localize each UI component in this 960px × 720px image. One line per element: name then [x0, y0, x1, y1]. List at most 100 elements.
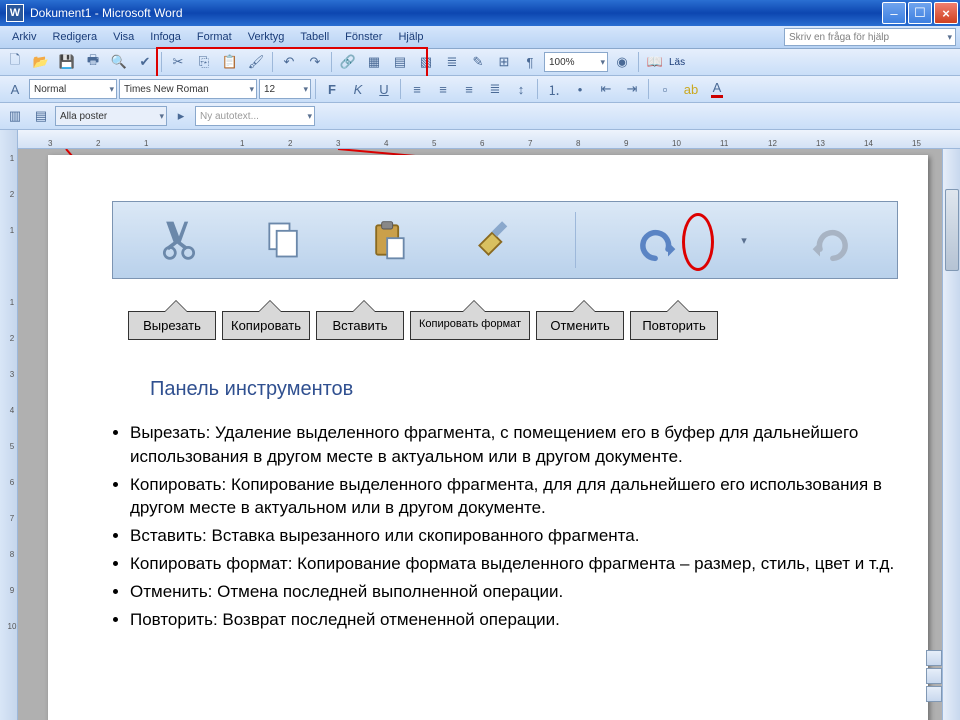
separator: [575, 212, 576, 268]
columns-icon[interactable]: ≣: [440, 50, 464, 74]
browse-object-icon[interactable]: [926, 668, 942, 684]
bullet-cut: Вырезать: Удаление выделенного фрагмента…: [130, 421, 898, 469]
callout-format-painter: Копировать формат: [410, 311, 530, 340]
enlarged-clipboard-toolbar: ▾: [112, 201, 898, 279]
app-icon: W: [6, 4, 24, 22]
vertical-scrollbar[interactable]: [942, 149, 960, 720]
style-combo[interactable]: Normal: [29, 79, 117, 99]
callout-undo: Отменить: [536, 311, 624, 340]
titlebar: W Dokument1 - Microsoft Word – ☐ ×: [0, 0, 960, 26]
paste-icon[interactable]: 📋: [218, 50, 242, 74]
browse-next-icon[interactable]: [926, 686, 942, 702]
cut-icon[interactable]: ✂: [166, 50, 190, 74]
open-icon[interactable]: 📂: [29, 50, 53, 74]
alla-poster-combo[interactable]: Alla poster: [55, 106, 167, 126]
format-painter-icon[interactable]: 🖌: [244, 50, 268, 74]
align-center-icon[interactable]: ≡: [431, 77, 455, 101]
browse-prev-icon[interactable]: [926, 650, 942, 666]
mm-icon-1[interactable]: ▥: [3, 104, 27, 128]
separator: [648, 79, 649, 99]
print-preview-icon[interactable]: 🔍: [107, 50, 131, 74]
spellcheck-icon[interactable]: ✔: [133, 50, 157, 74]
separator: [315, 79, 316, 99]
redo-icon[interactable]: ↷: [303, 50, 327, 74]
fontsize-combo[interactable]: 12: [259, 79, 311, 99]
hyperlink-icon[interactable]: 🔗: [336, 50, 360, 74]
copy-icon[interactable]: ⎘: [192, 50, 216, 74]
increase-indent-icon[interactable]: ⇥: [620, 77, 644, 101]
font-value: Times New Roman: [124, 84, 209, 95]
menu-tabell[interactable]: Tabell: [292, 29, 337, 45]
new-doc-icon[interactable]: 🗋: [3, 50, 27, 74]
print-icon[interactable]: 🖶: [81, 50, 105, 74]
content-area: 1 2 1 1 2 3 4 5 6 7 8 9 10 3 2 1 1 2 3 4…: [0, 130, 960, 720]
numbered-list-icon[interactable]: ⒈: [542, 77, 566, 101]
line-spacing-icon[interactable]: ↕: [509, 77, 533, 101]
menu-redigera[interactable]: Redigera: [44, 29, 105, 45]
menu-hjalp[interactable]: Hjälp: [390, 29, 431, 45]
menu-arkiv[interactable]: Arkiv: [4, 29, 44, 45]
ny-autotext-label: Ny autotext...: [200, 111, 259, 122]
separator: [638, 52, 639, 72]
font-color-icon[interactable]: A: [705, 77, 729, 101]
scrollbar-thumb[interactable]: [945, 189, 959, 271]
tables-borders-icon[interactable]: ▦: [362, 50, 386, 74]
underline-icon[interactable]: U: [372, 77, 396, 101]
separator: [161, 52, 162, 72]
mm-icon-3[interactable]: ▸: [169, 104, 193, 128]
menu-verktyg[interactable]: Verktyg: [240, 29, 293, 45]
horizontal-ruler: 3 2 1 1 2 3 4 5 6 7 8 9 10 11 12 13 14 1…: [18, 130, 960, 149]
read-icon[interactable]: 📖: [643, 50, 667, 74]
maximize-button[interactable]: ☐: [908, 2, 932, 24]
callout-redo: Повторить: [630, 311, 718, 340]
help-placeholder: Skriv en fråga för hjälp: [789, 32, 889, 43]
vertical-ruler: 1 2 1 1 2 3 4 5 6 7 8 9 10: [0, 130, 18, 720]
menu-fonster[interactable]: Fönster: [337, 29, 390, 45]
bulleted-list-icon[interactable]: •: [568, 77, 592, 101]
zoom-combo[interactable]: 100%: [544, 52, 608, 72]
document-map-icon[interactable]: ⊞: [492, 50, 516, 74]
excel-icon[interactable]: ▧: [414, 50, 438, 74]
alla-poster-label: Alla poster: [60, 111, 107, 122]
help-icon[interactable]: ◉: [610, 50, 634, 74]
document-viewport[interactable]: ▾ Вырезать Копировать Вставить Копироват…: [18, 149, 960, 720]
borders-icon[interactable]: ▫: [653, 77, 677, 101]
align-justify-icon[interactable]: ≣: [483, 77, 507, 101]
window-title: Dokument1 - Microsoft Word: [30, 6, 882, 20]
callout-row: Вырезать Копировать Вставить Копировать …: [128, 311, 718, 340]
font-combo[interactable]: Times New Roman: [119, 79, 257, 99]
align-right-icon[interactable]: ≡: [457, 77, 481, 101]
big-redo-icon: [805, 214, 857, 266]
doc-heading: Панель инструментов: [150, 375, 898, 403]
mm-icon-2[interactable]: ▤: [29, 104, 53, 128]
styles-pane-icon[interactable]: A: [3, 77, 27, 101]
align-left-icon[interactable]: ≡: [405, 77, 429, 101]
bold-icon[interactable]: F: [320, 77, 344, 101]
style-value: Normal: [34, 84, 66, 95]
save-icon[interactable]: 💾: [55, 50, 79, 74]
big-undo-icon: [631, 214, 683, 266]
standard-toolbar: 🗋 📂 💾 🖶 🔍 ✔ ✂ ⎘ 📋 🖌 ↶ ↷ 🔗 ▦ ▤ ▧ ≣ ✎ ⊞ ¶ …: [0, 49, 960, 76]
drawing-icon[interactable]: ✎: [466, 50, 490, 74]
separator: [272, 52, 273, 72]
callout-copy: Копировать: [222, 311, 310, 340]
highlight-icon[interactable]: ab: [679, 77, 703, 101]
decrease-indent-icon[interactable]: ⇤: [594, 77, 618, 101]
italic-icon[interactable]: K: [346, 77, 370, 101]
bullet-format-painter: Копировать формат: Копирование формата в…: [130, 552, 898, 576]
minimize-button[interactable]: –: [882, 2, 906, 24]
show-marks-icon[interactable]: ¶: [518, 50, 542, 74]
separator: [400, 79, 401, 99]
menu-visa[interactable]: Visa: [105, 29, 142, 45]
insert-table-icon[interactable]: ▤: [388, 50, 412, 74]
ny-autotext-field[interactable]: Ny autotext...: [195, 106, 315, 126]
menubar: Arkiv Redigera Visa Infoga Format Verkty…: [0, 26, 960, 49]
menu-infoga[interactable]: Infoga: [142, 29, 189, 45]
read-label: Läs: [669, 57, 685, 68]
menu-format[interactable]: Format: [189, 29, 240, 45]
big-copy-icon: [258, 214, 310, 266]
undo-icon[interactable]: ↶: [277, 50, 301, 74]
close-button[interactable]: ×: [934, 2, 958, 24]
help-search-box[interactable]: Skriv en fråga för hjälp: [784, 28, 956, 46]
document-body: Панель инструментов Вырезать: Удаление в…: [108, 375, 898, 635]
